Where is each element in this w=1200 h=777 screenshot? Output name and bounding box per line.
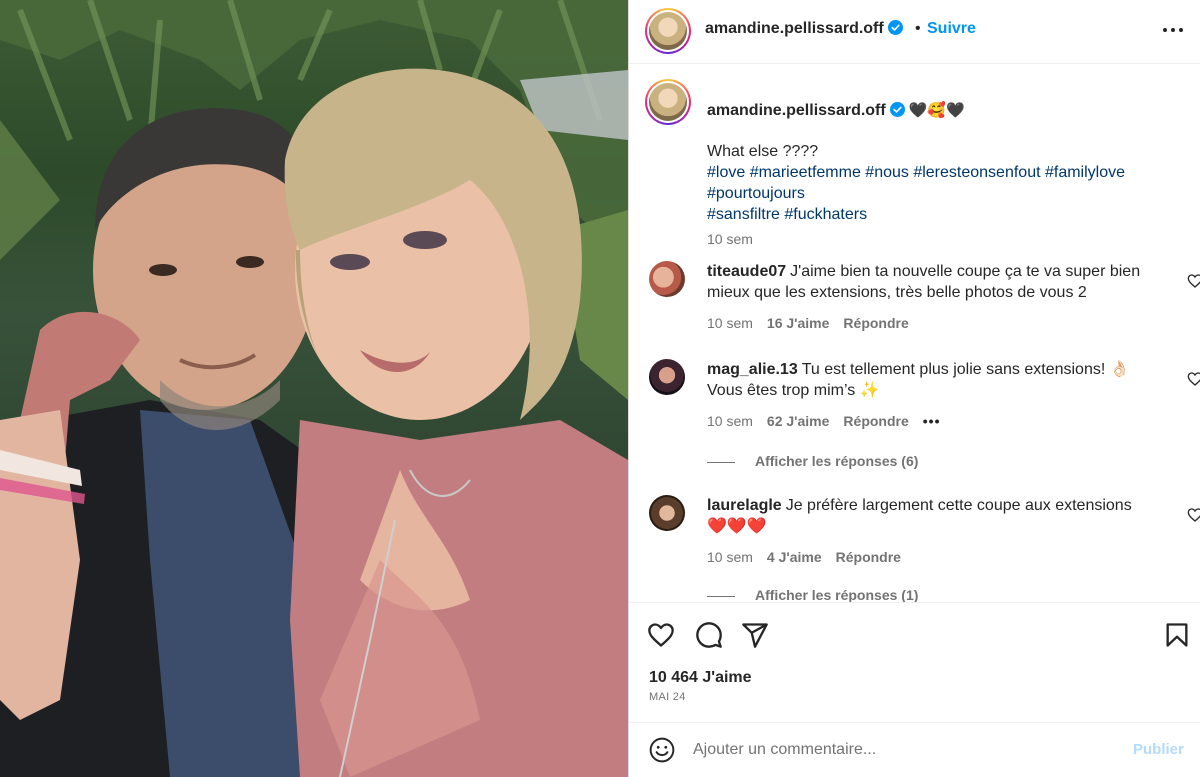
comment-composer: Publier bbox=[629, 722, 1200, 777]
heart-icon[interactable] bbox=[1187, 371, 1200, 387]
comment-username[interactable]: laurelagle bbox=[707, 497, 782, 514]
comment-likes[interactable]: 16 J'aime bbox=[767, 315, 830, 331]
reply-button[interactable]: Répondre bbox=[843, 315, 908, 331]
comment-icon[interactable] bbox=[695, 621, 723, 649]
bookmark-icon[interactable] bbox=[1163, 621, 1191, 649]
caption-timestamp: 10 sem bbox=[707, 231, 753, 247]
reply-button[interactable]: Répondre bbox=[836, 549, 901, 565]
view-replies-label[interactable]: Afficher les réponses (6) bbox=[755, 453, 918, 469]
comment-likes[interactable]: 62 J'aime bbox=[767, 413, 830, 429]
author-username[interactable]: amandine.pellissard.off bbox=[705, 20, 903, 38]
comment-text: titeaude07 J'aime bien ta nouvelle coupe … bbox=[707, 261, 1153, 303]
author-username-text[interactable]: amandine.pellissard.off bbox=[705, 20, 884, 37]
comment-username[interactable]: mag_alie.13 bbox=[707, 361, 798, 378]
header-separator: • bbox=[915, 20, 921, 37]
post-actions: 10 464 J'aime MAI 24 bbox=[629, 602, 1200, 722]
caption-hashtags[interactable]: #pourtoujours bbox=[707, 183, 1177, 204]
commenter-avatar[interactable] bbox=[649, 495, 685, 531]
publish-button[interactable]: Publier bbox=[1133, 741, 1184, 758]
caption-hashtags[interactable]: #sansfiltre #fuckhaters bbox=[707, 204, 1177, 225]
heart-icon[interactable] bbox=[647, 621, 675, 649]
view-replies-label[interactable]: Afficher les réponses (1) bbox=[755, 587, 918, 602]
reply-button[interactable]: Répondre bbox=[843, 413, 908, 429]
caption-header: amandine.pellissard.off 🖤🥰🖤 bbox=[707, 101, 965, 120]
comment-meta: 10 sem 4 J'aime Répondre bbox=[707, 549, 915, 565]
couple-selfie-image bbox=[0, 0, 628, 777]
caption-author-avatar[interactable] bbox=[645, 79, 691, 125]
comment-text: mag_alie.13 Tu est tellement plus jolie s… bbox=[707, 359, 1153, 401]
commenter-avatar[interactable] bbox=[649, 261, 685, 297]
caption-emojis: 🖤🥰🖤 bbox=[908, 102, 965, 119]
post-date: MAI 24 bbox=[649, 691, 686, 703]
comments-scroll-area[interactable]: amandine.pellissard.off 🖤🥰🖤 What else ???… bbox=[629, 65, 1200, 602]
comment-meta: 10 sem 62 J'aime Répondre ••• bbox=[707, 413, 954, 429]
verified-badge-icon bbox=[887, 20, 903, 35]
author-avatar[interactable] bbox=[645, 8, 691, 54]
follow-button[interactable]: Suivre bbox=[927, 20, 976, 38]
view-replies-button[interactable]: Afficher les réponses (1) bbox=[707, 587, 918, 602]
comment-time: 10 sem bbox=[707, 549, 753, 565]
caption-username[interactable]: amandine.pellissard.off bbox=[707, 102, 886, 119]
replies-divider bbox=[707, 461, 735, 463]
comment-meta: 10 sem 16 J'aime Répondre bbox=[707, 315, 923, 331]
comment-input[interactable] bbox=[693, 737, 1113, 763]
comment-time: 10 sem bbox=[707, 315, 753, 331]
more-horizontal-icon[interactable] bbox=[1159, 18, 1187, 42]
post-photo[interactable] bbox=[0, 0, 628, 777]
comment-username[interactable]: titeaude07 bbox=[707, 263, 786, 280]
replies-divider bbox=[707, 595, 735, 597]
commenter-avatar[interactable] bbox=[649, 359, 685, 395]
comment-likes[interactable]: 4 J'aime bbox=[767, 549, 822, 565]
post-header: amandine.pellissard.off • Suivre bbox=[629, 0, 1200, 64]
post-detail-panel: amandine.pellissard.off • Suivre amandin… bbox=[628, 0, 1200, 777]
send-icon[interactable] bbox=[741, 621, 769, 649]
comment-time: 10 sem bbox=[707, 413, 753, 429]
heart-icon[interactable] bbox=[1187, 507, 1200, 523]
caption-hashtags[interactable]: #love #marieetfemme #nous #leresteonsenf… bbox=[707, 162, 1177, 183]
emoji-icon[interactable] bbox=[649, 737, 675, 763]
verified-badge-icon bbox=[889, 102, 905, 117]
caption-text: What else ???? #love #marieetfemme #nous… bbox=[707, 141, 1177, 225]
heart-icon[interactable] bbox=[1187, 273, 1200, 289]
comment-more-button[interactable]: ••• bbox=[923, 413, 941, 429]
caption-line: What else ???? bbox=[707, 143, 819, 160]
comment-text: laurelagle Je préfère largement cette cou… bbox=[707, 495, 1153, 537]
view-replies-button[interactable]: Afficher les réponses (6) bbox=[707, 453, 918, 469]
likes-count[interactable]: 10 464 J'aime bbox=[649, 669, 752, 687]
